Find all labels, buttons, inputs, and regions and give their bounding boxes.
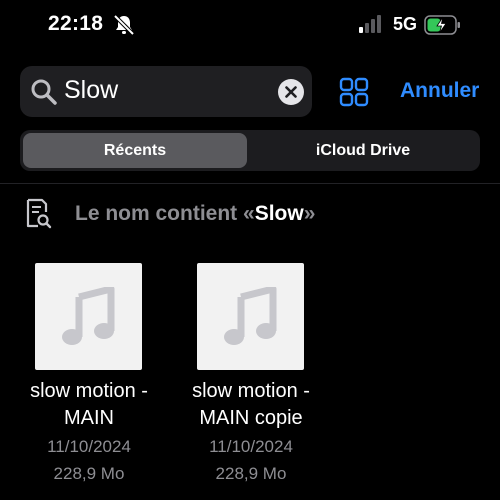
file-size: 228,9 Mo (53, 464, 125, 483)
filter-label: Le nom contient «Slow» (75, 202, 315, 226)
tab-recents[interactable]: Récents (23, 133, 247, 168)
file-thumbnail[interactable] (35, 263, 142, 370)
filter-prefix: Le nom contient « (75, 202, 255, 225)
signal-bars-icon (359, 15, 381, 33)
search-icon (31, 79, 57, 105)
divider (0, 183, 500, 184)
file-name-line: MAIN (64, 407, 114, 429)
document-search-icon (26, 198, 52, 229)
status-time: 22:18 (48, 12, 104, 35)
cancel-button[interactable]: Annuler (400, 79, 479, 103)
file-name: slow motion - MAIN (4, 378, 174, 432)
search-input[interactable]: Slow (64, 76, 118, 105)
grid-view-icon[interactable] (339, 77, 369, 107)
tab-icloud-drive[interactable]: iCloud Drive (250, 133, 476, 168)
file-date: 11/10/2024 (47, 437, 131, 456)
filter-suffix: » (303, 202, 316, 225)
file-date: 11/10/2024 (209, 437, 293, 456)
music-note-icon (223, 286, 276, 345)
file-name-line: MAIN copie (199, 407, 303, 429)
file-item[interactable] (197, 263, 304, 370)
clear-icon (285, 86, 297, 98)
battery-charging-icon (424, 15, 460, 35)
file-item[interactable] (35, 263, 142, 370)
clear-search-button[interactable] (278, 79, 304, 105)
music-note-icon (61, 286, 114, 345)
network-type: 5G (393, 14, 418, 34)
filter-term: Slow (254, 202, 304, 225)
bell-slash-icon (113, 14, 135, 36)
file-thumbnail[interactable] (197, 263, 304, 370)
file-name: slow motion - MAIN copie (166, 378, 336, 432)
file-size: 228,9 Mo (215, 464, 287, 483)
file-name-line: slow motion - (192, 380, 310, 402)
file-name-line: slow motion - (30, 380, 148, 402)
